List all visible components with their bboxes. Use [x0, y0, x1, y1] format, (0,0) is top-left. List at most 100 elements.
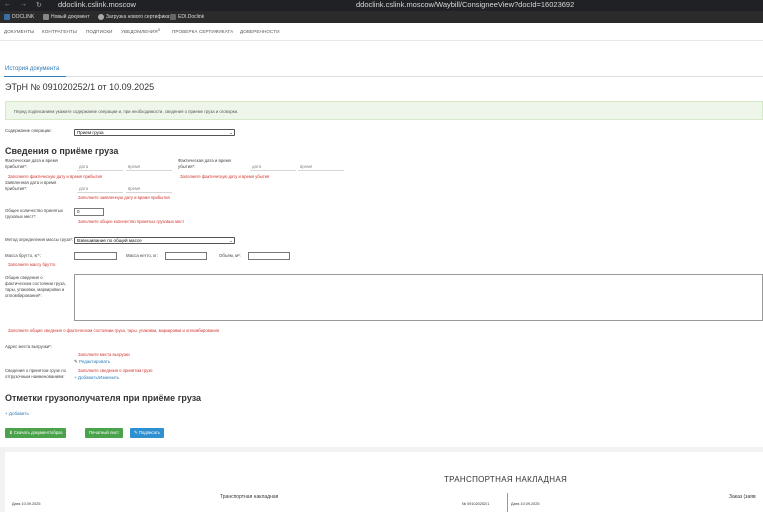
bookmark-edi-doclink[interactable]: EDI.Doclink: [170, 14, 204, 20]
volume-label: Объём, м³:: [219, 253, 241, 258]
bookmark-label: Новый документ: [51, 14, 90, 20]
places-error: Заполните общее количество принятых груз…: [78, 219, 185, 224]
operation-label: Содержание операции:: [5, 128, 52, 133]
plus-icon: +: [5, 411, 8, 416]
bookmark-label: Загрузка нового сертификата: [106, 14, 175, 20]
add-mark-link[interactable]: + Добавить: [5, 411, 29, 416]
weight-method-label: Метод определения массы груза*:: [5, 237, 74, 242]
doclink-icon: [4, 14, 10, 20]
preview-number: № 091020252/1: [462, 502, 490, 506]
preview-divider: [507, 493, 508, 512]
actual-arrival-date-line: [77, 170, 123, 171]
address-bar-url[interactable]: ddoclink.cslink.moscow/Waybill/Consignee…: [356, 0, 574, 9]
nav-subscriptions[interactable]: ПОДПИСКИ: [86, 29, 113, 34]
actual-arrival-time-input[interactable]: время: [128, 164, 140, 169]
net-weight-input[interactable]: [165, 252, 207, 260]
accepted-cargo-label: Сведения о принятом грузе по отгрузочным…: [5, 368, 66, 379]
nav-certificate-check[interactable]: ПРОВЕРКА СЕРТИФИКАТА: [172, 29, 233, 34]
pencil-icon: ✎: [74, 359, 78, 364]
back-icon[interactable]: ←: [4, 1, 11, 8]
accepted-cargo-error: Заполните сведения о принятом грузе: [78, 368, 153, 373]
bookmark-label: DOCLINK: [12, 14, 35, 20]
bookmark-upload-certificate[interactable]: Загрузка нового сертификата: [98, 14, 174, 20]
net-weight-label: Масса нетто, кг:: [126, 253, 158, 258]
add-edit-link-label: Добавить/Изменить: [77, 375, 120, 380]
chevron-down-icon: ⌄: [229, 238, 233, 243]
gross-weight-error: Заполните массу брутто: [8, 262, 56, 267]
general-info-label: Общие сведения о фактическом состоянии г…: [5, 275, 66, 298]
info-alert: Перед подписанием укажите содержание опе…: [5, 101, 763, 120]
download-button-label: Скачать документ/образ: [13, 430, 63, 435]
actual-departure-date-line: [250, 170, 296, 171]
page-title: ЭТрН № 091020252/1 от 10.09.2025: [5, 82, 155, 92]
browser-toolbar: ← → ↻ ddoclink.cslink.moscow ddoclink.cs…: [0, 0, 763, 11]
actual-departure-time-line: [298, 170, 344, 171]
gross-weight-label: Масса брутто, кг*:: [5, 253, 41, 258]
unload-address-error: Заполните места выгрузки: [78, 352, 130, 357]
receipt-section-title: Сведения о приёме груза: [5, 146, 119, 156]
main-nav: ДОКУМЕНТЫ КОНТРАГЕНТЫ ПОДПИСКИ УВЕДОМЛЕН…: [0, 23, 763, 41]
tab-active-underline: [4, 76, 66, 77]
operation-select[interactable]: Прием груза ⌄: [74, 129, 235, 136]
bookmark-label: EDI.Doclink: [178, 14, 205, 20]
tab-document-history[interactable]: История документа: [5, 66, 59, 72]
bookmark-doclink[interactable]: DOCLINK: [4, 14, 34, 20]
planned-arrival-date-input[interactable]: дата: [79, 186, 88, 191]
add-edit-accepted-cargo[interactable]: + Добавить/Изменить: [74, 375, 119, 380]
nav-contractors[interactable]: КОНТРАГЕНТЫ: [42, 29, 77, 34]
places-input[interactable]: 0: [74, 208, 104, 216]
actual-arrival-time-line: [126, 170, 172, 171]
gross-weight-input[interactable]: [74, 252, 117, 260]
download-button[interactable]: ⬇ Скачать документ/образ: [5, 428, 67, 438]
pen-icon: ✎: [134, 430, 138, 435]
planned-arrival-error: Заполните заявленную дату и время прибыт…: [78, 195, 170, 200]
actual-departure-label: Фактическая дата и время убытия*:: [178, 158, 231, 169]
bookmarks-bar: DOCLINK Новый документ Загрузка нового с…: [0, 11, 763, 23]
actual-departure-date-input[interactable]: дата: [252, 164, 261, 169]
download-icon: ⬇: [9, 430, 13, 435]
actual-arrival-label: Фактическая дата и время прибытия*:: [5, 158, 58, 169]
preview-date-right: Дата 10.09.2025: [511, 502, 540, 506]
nav-notifications[interactable]: УВЕДОМЛЕНИЯ: [121, 29, 158, 34]
document-icon: [43, 14, 49, 20]
tab-divider: [4, 76, 763, 77]
preview-date-left: Дата 10.09.2025: [12, 502, 41, 506]
reload-icon[interactable]: ↻: [36, 1, 42, 9]
sign-button-label: Подписать: [138, 430, 161, 435]
edit-link-label: Редактировать: [79, 359, 111, 364]
planned-arrival-date-line: [77, 192, 123, 193]
preview-order: Заказ (заяв: [729, 494, 756, 500]
operation-select-value: Прием груза: [77, 130, 104, 135]
nav-documents[interactable]: ДОКУМЕНТЫ: [4, 29, 34, 34]
weight-method-value: Взвешивание по общей массе: [77, 238, 142, 243]
actual-departure-time-input[interactable]: время: [300, 164, 312, 169]
edit-unload-address[interactable]: ✎ Редактировать: [74, 359, 110, 365]
bookmark-new-document[interactable]: Новый документ: [43, 14, 89, 20]
forward-icon[interactable]: →: [20, 1, 27, 8]
general-info-error: Заполните общие сведения о фактическом с…: [8, 328, 220, 333]
preview-main-title: ТРАНСПОРТНАЯ НАКЛАДНАЯ: [444, 475, 568, 484]
nav-power-of-attorney[interactable]: ДОВЕРЕННОСТИ: [240, 29, 280, 34]
add-mark-label: Добавить: [8, 411, 29, 416]
actual-departure-error: Заполните фактическую дату и время убыти…: [180, 174, 270, 179]
unload-address-label: Адрес места выгрузки*:: [5, 344, 53, 349]
chevron-down-icon: ⌄: [229, 130, 233, 135]
actual-arrival-error: Заполните фактическую дату и время прибы…: [8, 174, 103, 179]
notifications-badge: 0: [158, 27, 161, 32]
volume-input[interactable]: [248, 252, 290, 260]
document-preview-page: [5, 452, 763, 512]
print-sheet-button[interactable]: Печатный лист: [85, 428, 123, 438]
address-bar-host[interactable]: ddoclink.cslink.moscow: [58, 0, 136, 9]
sign-button[interactable]: ✎ Подписать: [130, 428, 165, 438]
preview-subtitle: Транспортная накладная: [220, 494, 279, 500]
actual-arrival-date-input[interactable]: дата: [79, 164, 88, 169]
plus-icon: +: [74, 375, 77, 380]
planned-arrival-time-input[interactable]: время: [128, 186, 140, 191]
general-info-textarea[interactable]: [74, 274, 763, 321]
weight-method-select[interactable]: Взвешивание по общей массе ⌄: [74, 237, 235, 244]
print-sheet-label: Печатный лист: [89, 430, 119, 435]
planned-arrival-time-line: [126, 192, 172, 193]
globe-icon: [98, 14, 104, 20]
page-icon: [170, 14, 176, 20]
consignee-marks-title: Отметки грузополучателя при приёме груза: [5, 393, 202, 403]
